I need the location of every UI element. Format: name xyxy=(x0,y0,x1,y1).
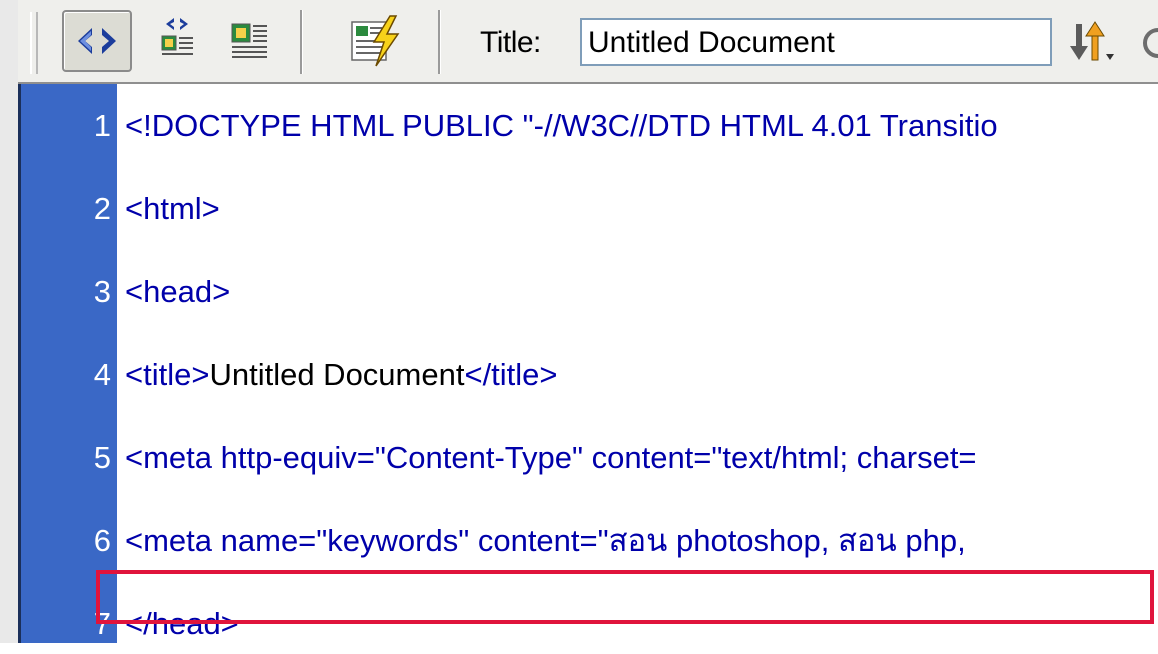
window-edge xyxy=(0,0,19,643)
line-number: 1 xyxy=(93,108,111,143)
code-editor[interactable]: 1 <!DOCTYPE HTML PUBLIC "-//W3C//DTD HTM… xyxy=(18,84,1158,643)
line-number: 3 xyxy=(93,274,111,309)
line-code[interactable]: <meta http-equiv="Content-Type" content=… xyxy=(125,428,977,488)
line-code[interactable]: <html> xyxy=(125,179,220,239)
title-label: Title: xyxy=(480,26,541,59)
highlight-box xyxy=(96,570,1154,624)
split-view-icon xyxy=(161,18,193,55)
toolbar-separator xyxy=(300,10,303,74)
toolbar-separator xyxy=(438,10,441,74)
code-line: 3 <head> xyxy=(21,262,1158,322)
title-open-tag: <title> xyxy=(125,357,210,392)
title-text: Untitled Document xyxy=(209,357,465,392)
line-number: 5 xyxy=(93,440,111,475)
code-line: 1 <!DOCTYPE HTML PUBLIC "-//W3C//DTD HTM… xyxy=(21,96,1158,156)
code-line: 2 <html> xyxy=(21,179,1158,239)
file-management-icon xyxy=(1070,21,1114,61)
code-line: 5 <meta http-equiv="Content-Type" conten… xyxy=(21,428,1158,488)
document-toolbar: Title: Untitled Document xyxy=(18,0,1158,84)
line-number: 4 xyxy=(93,357,111,392)
line-number: 6 xyxy=(93,523,111,558)
line-code[interactable]: <meta name="keywords" content="สอน photo… xyxy=(125,511,966,571)
toolbar-grip[interactable] xyxy=(30,12,38,74)
code-view-button[interactable] xyxy=(62,10,132,72)
code-line: 4 <title>Untitled Document</title> xyxy=(21,345,1158,405)
title-close-tag: </title> xyxy=(464,357,558,392)
code-view-icon xyxy=(78,28,116,54)
live-data-icon xyxy=(351,15,400,67)
refresh-icon[interactable] xyxy=(1142,22,1158,64)
split-view-button[interactable] xyxy=(148,10,208,72)
design-view-icon xyxy=(231,23,267,58)
code-line: 6 <meta name="keywords" content="สอน pho… xyxy=(21,511,1158,571)
line-code[interactable]: <!DOCTYPE HTML PUBLIC "-//W3C//DTD HTML … xyxy=(125,96,998,156)
line-number: 2 xyxy=(93,191,111,226)
design-view-button[interactable] xyxy=(220,10,280,72)
line-code[interactable]: <title>Untitled Document</title> xyxy=(125,345,558,405)
line-code[interactable]: <head> xyxy=(125,262,230,322)
file-management-button[interactable] xyxy=(1066,10,1136,72)
title-input[interactable]: Untitled Document xyxy=(580,18,1052,66)
live-data-button[interactable] xyxy=(338,10,414,72)
